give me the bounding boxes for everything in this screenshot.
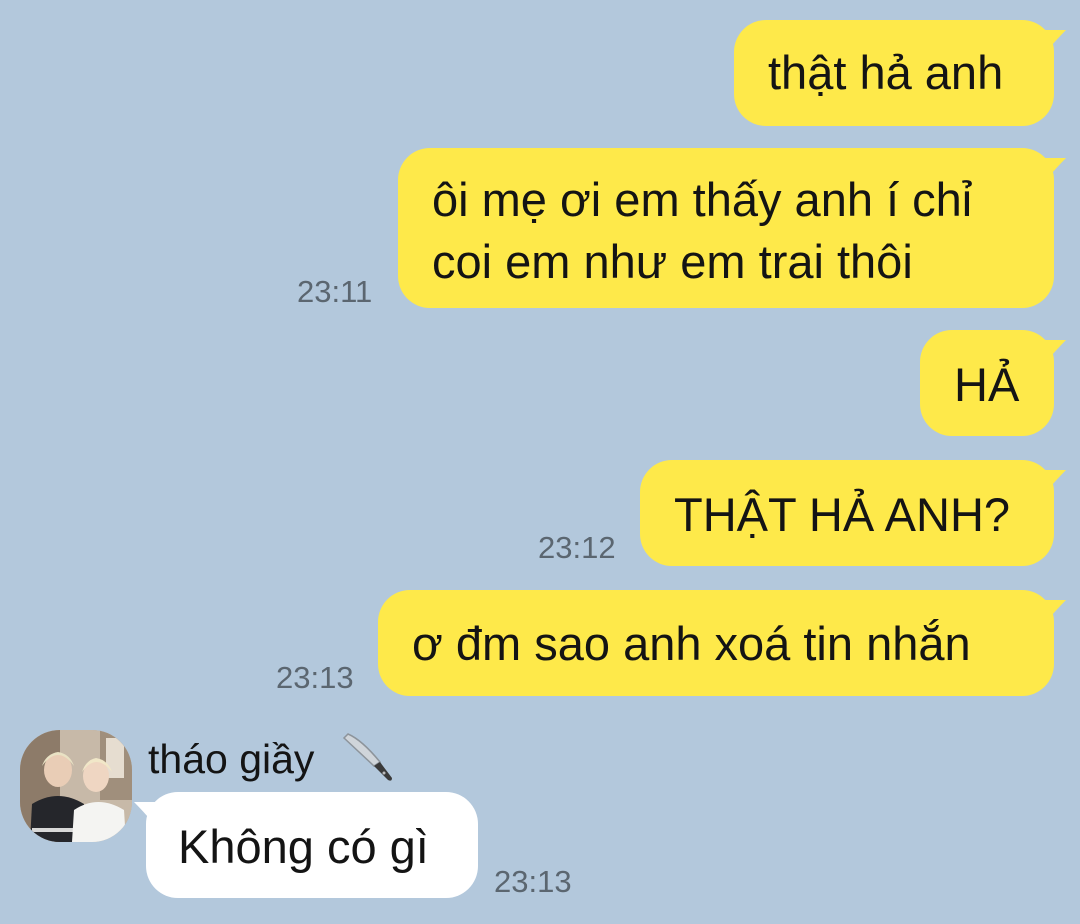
- message-text-line-2: coi em như em trai thôi: [432, 235, 913, 288]
- sender-avatar[interactable]: [20, 730, 132, 842]
- kitchen-knife-icon: [342, 733, 392, 781]
- message-text: Không có gì: [178, 820, 429, 873]
- outgoing-message-bubble[interactable]: thật hả anh: [734, 20, 1066, 126]
- bubble-tail: [1038, 158, 1066, 180]
- message-text-line-1: ôi mẹ ơi em thấy anh í chỉ: [432, 173, 973, 226]
- bubble-tail: [1038, 340, 1066, 362]
- message-timestamp: 23:13: [276, 660, 354, 695]
- bubble-tail: [1038, 470, 1066, 492]
- outgoing-message-bubble[interactable]: ơ đm sao anh xoá tin nhắn: [378, 590, 1066, 696]
- bubble-tail: [1038, 30, 1066, 52]
- bubble-tail: [1038, 600, 1066, 622]
- sender-name: tháo giầy: [148, 736, 315, 782]
- message-text: THẬT HẢ ANH?: [674, 488, 1011, 541]
- message-timestamp: 23:12: [538, 530, 616, 565]
- outgoing-message-bubble[interactable]: HẢ: [920, 330, 1066, 436]
- chat-thread[interactable]: thật hả anh ôi mẹ ơi em thấy anh í chỉ c…: [0, 0, 1080, 924]
- outgoing-message-bubble[interactable]: THẬT HẢ ANH?: [640, 460, 1066, 566]
- outgoing-message-bubble[interactable]: ôi mẹ ơi em thấy anh í chỉ coi em như em…: [398, 148, 1066, 308]
- bubble-tail: [134, 802, 162, 824]
- message-timestamp: 23:13: [494, 864, 572, 899]
- profile-photo: [20, 730, 132, 842]
- incoming-message-bubble[interactable]: Không có gì: [134, 792, 478, 898]
- message-text: ơ đm sao anh xoá tin nhắn: [412, 617, 971, 670]
- message-timestamp: 23:11: [297, 274, 373, 309]
- message-text: HẢ: [954, 358, 1020, 411]
- message-text: thật hả anh: [768, 46, 1004, 99]
